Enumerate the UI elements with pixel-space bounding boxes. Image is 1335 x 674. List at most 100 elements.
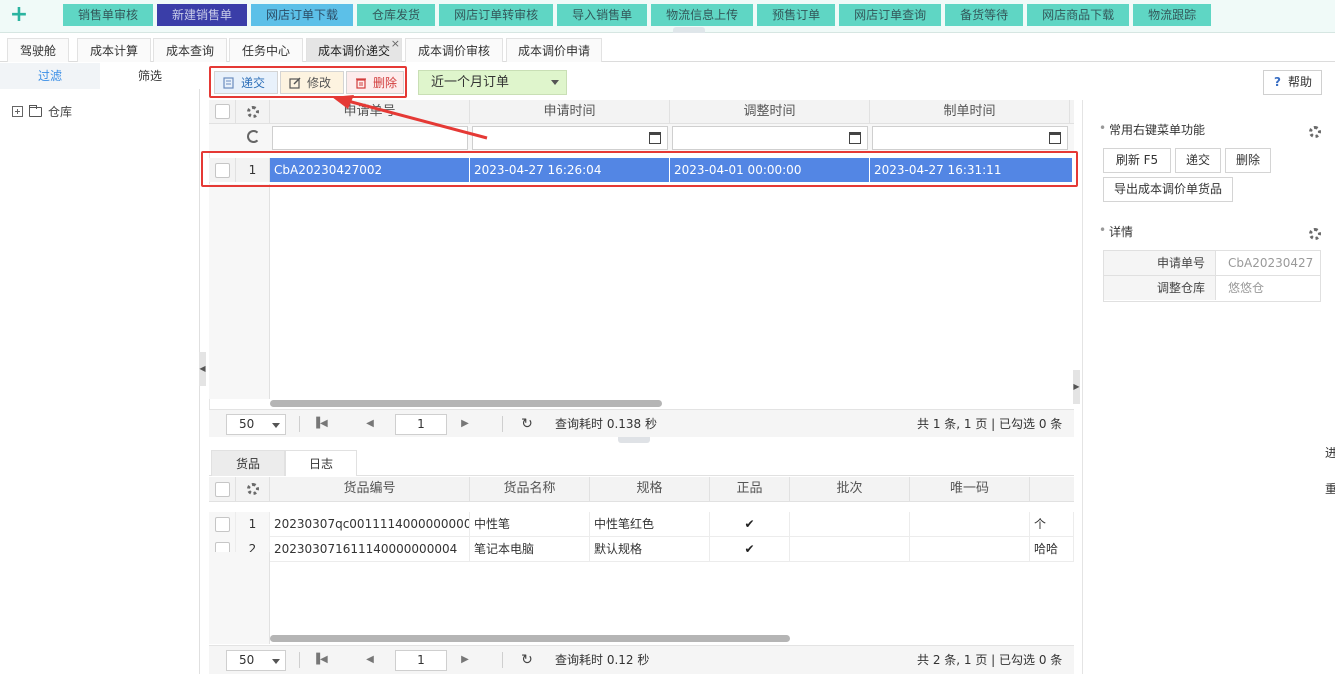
tab-screen[interactable]: 筛选	[100, 63, 200, 89]
help-button[interactable]: ? 帮助	[1263, 70, 1322, 95]
detail-table: 申请单号 CbA20230427 调整仓库 悠悠仓	[1103, 250, 1321, 302]
table-row[interactable]: 1 20230307qc00111140000000001 中性笔 中性笔红色 …	[209, 512, 1074, 537]
cell-unit: 哈哈	[1030, 537, 1074, 562]
reload-icon[interactable]: ↻	[517, 650, 537, 670]
nav-order-query[interactable]: 网店订单查询	[839, 4, 942, 26]
pane-splitter-handle[interactable]	[618, 437, 650, 443]
page-size-value: 50	[239, 653, 255, 667]
left-collapse-handle[interactable]: ◀	[199, 352, 206, 386]
nav-shop-order-download[interactable]: 网店订单下载	[251, 4, 354, 26]
select-all-checkbox[interactable]	[215, 104, 230, 119]
cell-batch	[790, 512, 910, 537]
nav-new-sales[interactable]: 新建销售单	[157, 4, 248, 26]
col-unique-code[interactable]: 唯一码	[910, 477, 1030, 501]
delete-button[interactable]: 删除	[1225, 148, 1271, 173]
nav-collapse-handle[interactable]	[673, 27, 705, 33]
tab-cockpit[interactable]: 驾驶舱	[7, 38, 69, 62]
top-nav-buttons: 销售单审核 新建销售单 网店订单下载 仓库发货 网店订单转审核 导入销售单 物流…	[63, 4, 1212, 26]
refresh-icon[interactable]	[247, 130, 260, 143]
calendar-icon[interactable]	[649, 132, 661, 144]
right-collapse-handle[interactable]: ▶	[1073, 370, 1080, 404]
context-menu-title: 常用右键菜单功能	[1099, 121, 1205, 138]
prev-page-icon[interactable]: ◀	[360, 414, 380, 434]
nav-logistics-upload[interactable]: 物流信息上传	[651, 4, 754, 26]
gear-icon[interactable]	[1309, 228, 1321, 240]
next-page-icon[interactable]: ▶	[455, 414, 475, 434]
tab-cost-adjust-audit[interactable]: 成本调价审核	[405, 38, 503, 62]
cell-spec: 中性笔红色	[590, 512, 710, 537]
tab-label: 成本调价递交	[317, 44, 390, 58]
close-icon[interactable]: ×	[391, 32, 400, 56]
detail-label: 申请单号	[1104, 251, 1216, 275]
nav-import-sales[interactable]: 导入销售单	[557, 4, 648, 26]
select-all-checkbox[interactable]	[215, 482, 230, 497]
gear-icon[interactable]	[247, 483, 259, 495]
tab-filter[interactable]: 过滤	[0, 63, 100, 89]
col-adjust-time[interactable]: 调整时间	[670, 100, 870, 124]
tab-goods[interactable]: 货品	[211, 450, 285, 476]
tab-cost-query[interactable]: 成本查询	[153, 38, 227, 62]
col-goods-code[interactable]: 货品编号	[270, 477, 470, 501]
tree-warehouse[interactable]: 仓库	[12, 103, 72, 120]
edit-button[interactable]: 修改	[280, 71, 344, 94]
col-create-time[interactable]: 制单时间	[870, 100, 1070, 124]
gear-icon[interactable]	[1309, 126, 1321, 138]
page-size-select[interactable]: 50	[226, 414, 286, 435]
calendar-icon[interactable]	[1049, 132, 1061, 144]
tab-cost-adjust-submit[interactable]: 成本调价递交 ×	[306, 37, 402, 62]
page-summary: 共 2 条, 1 页 | 已勾选 0 条	[917, 653, 1063, 667]
header-gear-cell	[236, 477, 270, 501]
submit-icon	[223, 77, 234, 89]
horizontal-scrollbar[interactable]	[270, 635, 790, 642]
row-checkbox[interactable]	[215, 517, 230, 532]
nav-order-to-audit[interactable]: 网店订单转审核	[439, 4, 554, 26]
help-icon: ?	[1274, 75, 1281, 89]
prev-page-icon[interactable]: ◀	[360, 650, 380, 670]
submit-button[interactable]: 递交	[1175, 148, 1221, 173]
nav-presale[interactable]: 预售订单	[757, 4, 836, 26]
calendar-icon[interactable]	[849, 132, 861, 144]
nav-sales-audit[interactable]: 销售单审核	[63, 4, 154, 26]
col-apply-time[interactable]: 申请时间	[470, 100, 670, 124]
nav-stock-wait[interactable]: 备货等待	[945, 4, 1024, 26]
col-spec[interactable]: 规格	[590, 477, 710, 501]
delete-button[interactable]: 删除	[346, 71, 404, 94]
nav-logistics-track[interactable]: 物流跟踪	[1133, 4, 1212, 26]
filter-create-time-input[interactable]	[872, 126, 1068, 150]
expand-icon[interactable]	[12, 106, 23, 117]
page-size-select[interactable]: 50	[226, 650, 286, 671]
add-icon[interactable]: +	[9, 4, 29, 26]
tab-cost-calc[interactable]: 成本计算	[77, 38, 151, 62]
horizontal-scrollbar[interactable]	[270, 400, 662, 407]
nav-warehouse-ship[interactable]: 仓库发货	[357, 4, 436, 26]
filter-apply-time-input[interactable]	[472, 126, 668, 150]
table-row[interactable]: 2 202303071611140000000004 笔记本电脑 默认规格 ✔ …	[209, 537, 1074, 562]
period-select[interactable]: 近一个月订单	[418, 70, 567, 95]
tab-log[interactable]: 日志	[285, 450, 357, 476]
cell-unique-code	[910, 512, 1030, 537]
nav-goods-download[interactable]: 网店商品下载	[1027, 4, 1130, 26]
tab-task-center[interactable]: 任务中心	[229, 38, 303, 62]
export-goods-button[interactable]: 导出成本调价单货品	[1103, 177, 1233, 202]
refresh-button[interactable]: 刷新 F5	[1103, 148, 1171, 173]
page-number-input[interactable]: 1	[395, 650, 447, 671]
col-batch[interactable]: 批次	[790, 477, 910, 501]
query-time: 查询耗时 0.138 秒	[555, 417, 657, 431]
gear-icon[interactable]	[247, 106, 259, 118]
first-page-icon[interactable]: ▐◀	[310, 414, 330, 434]
tab-cost-adjust-apply[interactable]: 成本调价申请	[506, 38, 602, 62]
row-check-cell	[209, 512, 236, 537]
first-page-icon[interactable]: ▐◀	[310, 650, 330, 670]
next-page-icon[interactable]: ▶	[455, 650, 475, 670]
divider	[502, 652, 503, 668]
filter-adjust-time-input[interactable]	[672, 126, 868, 150]
col-goods-name[interactable]: 货品名称	[470, 477, 590, 501]
cell-spec: 默认规格	[590, 537, 710, 562]
submit-button[interactable]: 递交	[214, 71, 278, 94]
detail-label: 调整仓库	[1104, 276, 1216, 300]
goods-grid-header: 货品编号 货品名称 规格 正品 批次 唯一码	[209, 477, 1074, 502]
col-genuine[interactable]: 正品	[710, 477, 790, 501]
reload-icon[interactable]: ↻	[517, 414, 537, 434]
page-number-input[interactable]: 1	[395, 414, 447, 435]
top-nav: + 销售单审核 新建销售单 网店订单下载 仓库发货 网店订单转审核 导入销售单 …	[0, 0, 1335, 33]
